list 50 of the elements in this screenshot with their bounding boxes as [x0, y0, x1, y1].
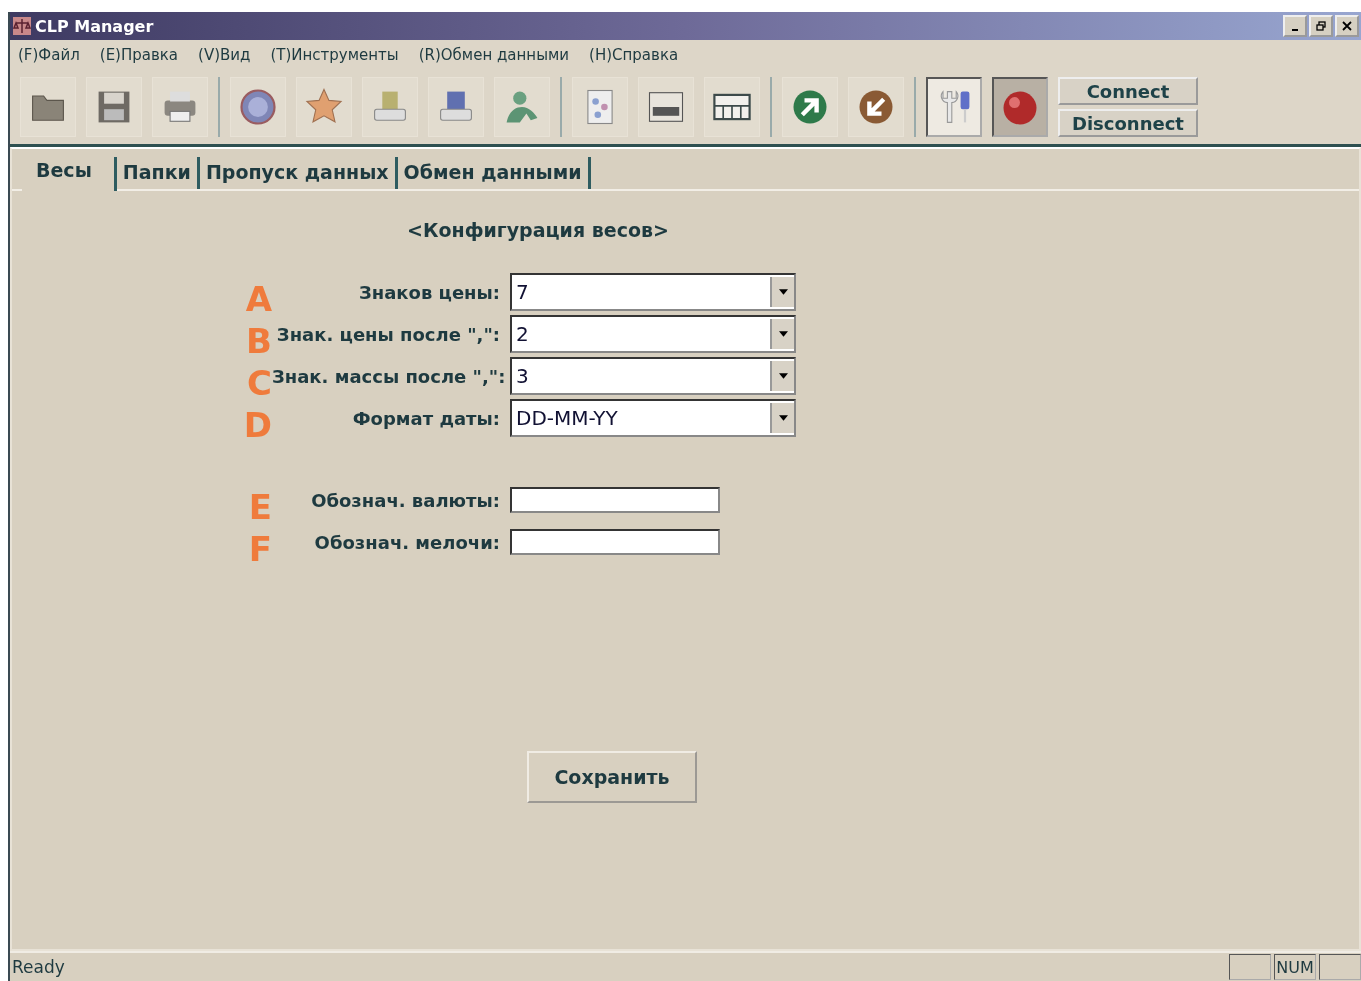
field-label: Обознач. мелочи: [313, 531, 501, 553]
tab[interactable]: Пропуск данных [199, 157, 398, 189]
dropdown-arrow-icon [778, 289, 788, 295]
menu-item[interactable]: (T)Инструменты [270, 46, 399, 64]
tab[interactable]: Весы [22, 157, 117, 191]
annotation-letter: B [245, 321, 272, 361]
restore-button[interactable] [1309, 15, 1333, 37]
minimize-icon [1292, 29, 1298, 31]
toolbar-button[interactable] [992, 77, 1048, 137]
annotation-letter: E [247, 487, 272, 527]
toolbar-text-button[interactable]: Disconnect [1058, 109, 1198, 137]
dropdown-arrow-icon [778, 373, 788, 379]
field-label: Формат даты: [351, 407, 501, 429]
tab[interactable]: Обмен данными [397, 157, 591, 189]
field-label: Знак. цены после ",": [275, 323, 501, 345]
status-pane [1319, 954, 1361, 980]
dropdown-field[interactable]: DD-MM-YY [510, 399, 796, 437]
minimize-button[interactable] [1283, 15, 1307, 37]
status-indicator: NUM [1274, 954, 1316, 980]
close-button[interactable] [1335, 15, 1359, 37]
annotation-letter: C [246, 363, 272, 403]
dropdown-field[interactable]: 3 [510, 357, 796, 395]
toolbar-button[interactable] [926, 77, 982, 137]
menu-item[interactable]: (V)Вид [198, 46, 251, 64]
dropdown-arrow-icon [778, 415, 788, 421]
status-text: Ready [12, 957, 65, 977]
dropdown-field[interactable]: 2 [510, 315, 796, 353]
section-title: <Конфигурация весов> [407, 219, 670, 241]
status-pane [1229, 954, 1271, 980]
annotation-letter: D [242, 405, 272, 445]
close-icon [1342, 21, 1352, 31]
tab[interactable]: Папки [116, 157, 200, 189]
restore-icon [1316, 21, 1326, 31]
scale-icon [12, 16, 32, 36]
dropdown-arrow-icon [778, 331, 788, 337]
dropdown-field[interactable]: 7 [510, 273, 796, 311]
menu-item[interactable]: (R)Обмен данными [418, 46, 570, 64]
annotation-letter: A [244, 279, 272, 319]
window-title: CLP Manager [35, 16, 154, 36]
menu-item[interactable]: (F)Файл [18, 46, 80, 64]
input-field[interactable] [510, 487, 720, 513]
save-button[interactable]: Сохранить [527, 751, 697, 803]
toolbar-text-button[interactable]: Connect [1058, 77, 1198, 105]
menu-item[interactable]: (E)Правка [99, 46, 179, 64]
menu-item[interactable]: (H)Справка [589, 46, 679, 64]
annotation-letter: F [247, 529, 272, 569]
input-field[interactable] [510, 529, 720, 555]
field-label: Знак. массы после ",": [272, 365, 507, 387]
field-label: Обознач. валюты: [310, 489, 501, 511]
field-label: Знаков цены: [357, 281, 501, 303]
